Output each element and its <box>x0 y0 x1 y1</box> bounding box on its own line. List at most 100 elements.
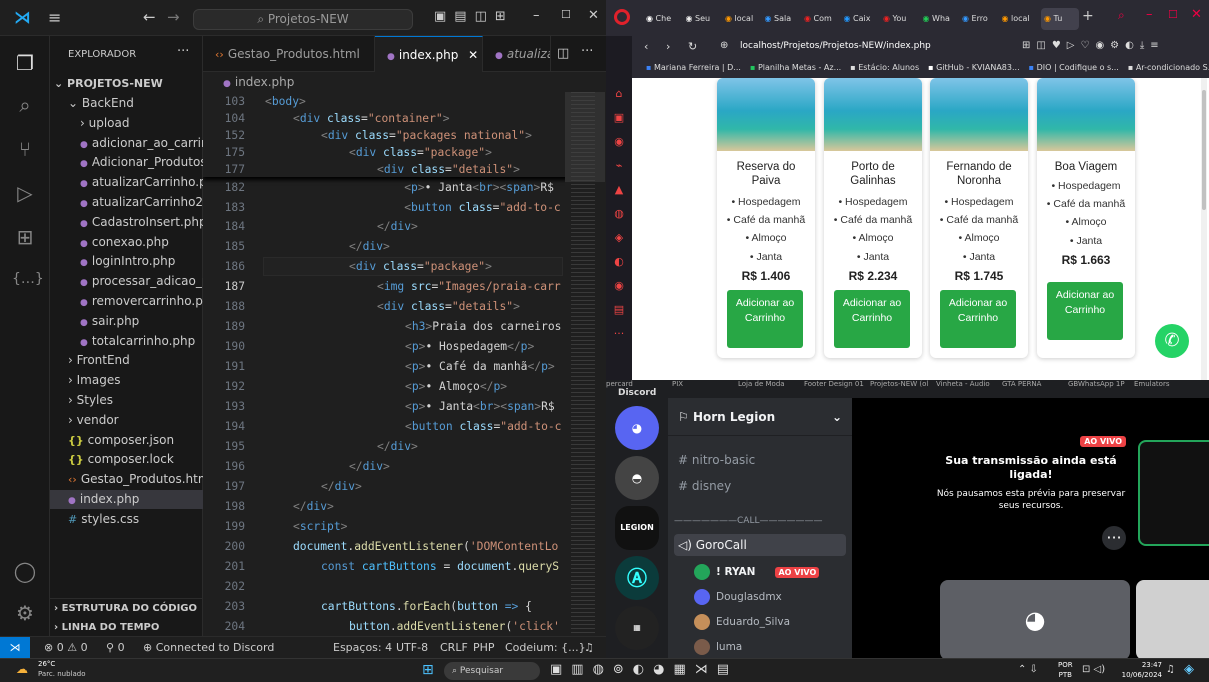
command-search-input[interactable]: ⌕ Projetos-NEW <box>193 9 413 30</box>
tree-item[interactable]: ●processar_adicao_pr... <box>50 272 203 291</box>
server-header[interactable]: ⚐ Horn Legion ⌄ <box>668 398 852 436</box>
server-icon-3[interactable]: Ⓐ <box>615 556 659 600</box>
forward-button[interactable]: › <box>666 40 670 53</box>
stream-more-button[interactable]: ··· <box>1102 526 1126 550</box>
discord-status[interactable]: ⊕ Connected to Discord <box>143 637 274 659</box>
voice-user[interactable]: luma <box>694 637 844 657</box>
server-icon-horn-legion[interactable]: LEGION <box>615 506 659 550</box>
code-editor[interactable]: 182 <p>• Janta<br><span>R$ 183 <button c… <box>203 92 606 636</box>
start-button[interactable]: ⊞ <box>422 663 434 677</box>
timeline-section[interactable]: › LINHA DO TEMPO <box>50 618 203 637</box>
tree-item[interactable]: › Images <box>50 371 203 390</box>
browser-search-icon[interactable]: ⌕ <box>1118 8 1125 23</box>
tree-item[interactable]: › Styles <box>50 391 203 410</box>
layout-toggle-icons[interactable]: ▣▤◫⊞ <box>434 9 514 24</box>
explorer-more-icon[interactable]: ··· <box>177 44 189 59</box>
tree-item[interactable]: ● loginIntro.php <box>50 252 203 271</box>
tree-item[interactable]: {} composer.lock <box>50 450 203 469</box>
bookmark-item[interactable]: ▪ Mariana Ferreira | D... <box>646 63 741 72</box>
nav-back-icon[interactable]: ← <box>143 8 156 26</box>
channel-nitro-basic[interactable]: # nitro-basic <box>678 453 755 467</box>
bookmark-item[interactable]: ▪ DIO | Codifique o s... <box>1029 63 1119 72</box>
tree-item[interactable]: ● conexao.php <box>50 233 203 252</box>
page-scrollbar[interactable] <box>1201 78 1207 380</box>
voice-user[interactable]: ! RYAN AO VIVO <box>694 562 844 582</box>
tab-index-php[interactable]: ● index.php ✕ <box>375 36 483 72</box>
browser-tab[interactable]: ◉ Sala <box>765 8 801 30</box>
tree-item[interactable]: ‹› Gestao_Produtos.html <box>50 470 203 489</box>
taskbar-search[interactable]: ⌕ Pesquisar <box>444 662 540 680</box>
clock[interactable]: 23:47 10/06/2024 <box>1118 660 1162 680</box>
browser-tab[interactable]: ◉ Che <box>646 8 682 30</box>
settings-gear-icon[interactable]: ⚙ <box>12 600 38 626</box>
user-tile-2[interactable] <box>1136 580 1209 660</box>
minimap[interactable] <box>565 92 605 636</box>
copilot-icon[interactable]: ◈ <box>1184 662 1194 677</box>
problems-indicator[interactable]: ⊗ 0 ⚠ 0 <box>44 637 88 659</box>
tree-item[interactable]: ● totalcarrinho.php <box>50 332 203 351</box>
nav-forward-icon[interactable]: → <box>167 8 180 26</box>
tree-item[interactable]: {} composer.json <box>50 431 203 450</box>
close-button[interactable]: ✕ <box>588 8 599 23</box>
account-icon[interactable]: ◯ <box>12 558 38 584</box>
tree-item[interactable]: ●removercarrinho.php <box>50 292 203 311</box>
project-root[interactable]: ⌄ PROJETOS-NEW <box>50 74 203 93</box>
tree-item[interactable]: ● sair.php <box>50 312 203 331</box>
url-field[interactable]: localhost/Projetos/Projetos-NEW/index.ph… <box>740 41 931 51</box>
reload-button[interactable]: ↻ <box>688 40 697 53</box>
tree-item[interactable]: # styles.css <box>50 510 203 529</box>
codeium-status[interactable]: Codeium: {...} <box>505 637 586 659</box>
menu-icon[interactable]: ≡ <box>48 8 61 27</box>
run-debug-icon[interactable]: ▷ <box>12 180 38 206</box>
tab-gestao-produtos[interactable]: ‹› Gestao_Produtos.html <box>203 36 375 72</box>
more-actions-icon[interactable]: ··· <box>581 44 593 59</box>
browser-tab[interactable]: ◉ Com <box>804 8 840 30</box>
encoding-status[interactable]: UTF-8 <box>396 637 428 659</box>
browser-tab[interactable]: ◉ Tu <box>1041 8 1079 30</box>
tab-atualiza[interactable]: ● atualiza <box>483 36 551 72</box>
browser-tab[interactable]: ◉ Erro <box>962 8 998 30</box>
outline-section[interactable]: › ESTRUTURA DO CÓDIGO <box>50 598 203 617</box>
back-button[interactable]: ‹ <box>644 40 648 53</box>
whatsapp-float-button[interactable]: ✆ <box>1155 324 1189 358</box>
tree-item[interactable]: ●atualizarCarrinho.php <box>50 173 203 192</box>
browser-maximize-button[interactable]: ☐ <box>1168 8 1178 21</box>
source-control-icon[interactable]: ⑂ <box>12 136 38 162</box>
split-editor-icon[interactable]: ◫ <box>557 46 569 61</box>
language-status[interactable]: PHP <box>473 637 495 659</box>
tray-icons[interactable]: ⌃ ⇩ <box>1018 664 1038 675</box>
browser-tab[interactable]: ◉ Caix <box>844 8 880 30</box>
eol-status[interactable]: CRLF <box>440 637 468 659</box>
extensions-icon[interactable]: ⊞ <box>12 224 38 250</box>
server-icon-2[interactable]: ◓ <box>615 456 659 500</box>
remote-button[interactable]: ⋊ <box>0 637 30 659</box>
tree-item[interactable]: ⌄ BackEnd <box>50 94 203 113</box>
add-to-cart-button[interactable]: Adicionar ao Carrinho <box>1047 282 1123 340</box>
category-call[interactable]: ———————CALL——————— <box>674 516 822 526</box>
ports-indicator[interactable]: ⚲ 0 <box>106 637 125 659</box>
voice-user[interactable]: Douglasdmx <box>694 587 844 607</box>
voice-channel-gorocall[interactable]: ◁) GoroCall <box>674 534 846 556</box>
server-icon-4[interactable]: ▦ <box>615 606 659 650</box>
indentation-status[interactable]: Espaços: 4 <box>333 637 392 659</box>
bookmark-item[interactable]: ▪ Planilha Metas - Az... <box>750 63 841 72</box>
maximize-button[interactable]: ☐ <box>561 8 571 21</box>
tree-item[interactable]: › vendor <box>50 411 203 430</box>
notifications-bell-icon[interactable]: ♫ <box>584 637 594 659</box>
voice-user[interactable]: Eduardo_Silva <box>694 612 844 632</box>
weather-icon[interactable]: ☁ <box>16 662 28 676</box>
search-icon[interactable]: ⌕ <box>12 92 38 118</box>
keyboard-lang[interactable]: POR PTB <box>1058 660 1073 680</box>
breadcrumb[interactable]: ● index.php <box>203 72 606 92</box>
bookmark-item[interactable]: ▪ Ar-condicionado S... <box>1128 63 1209 72</box>
tree-item[interactable]: ●Adicionar_Produtos.... <box>50 153 203 172</box>
browser-tab[interactable]: ◉ local <box>725 8 761 30</box>
taskbar-app-icons[interactable]: ▣▥◍⊚◐◕▦⋊▤ <box>550 662 738 677</box>
browser-minimize-button[interactable]: – <box>1146 7 1153 22</box>
channel-disney[interactable]: # disney <box>678 479 731 493</box>
tree-item[interactable]: ● index.php <box>50 490 203 509</box>
user-tile-discord[interactable]: ◕ <box>940 580 1130 660</box>
sidebar-apps-icons[interactable]: ⌂ ▣ ◉ ⌁ ▲ ◍ ◈ ◐ ◉ ▤ ··· <box>612 82 626 346</box>
server-dropdown-icon[interactable]: ⌄ <box>832 398 842 436</box>
add-to-cart-button[interactable]: Adicionar ao Carrinho <box>834 290 910 348</box>
